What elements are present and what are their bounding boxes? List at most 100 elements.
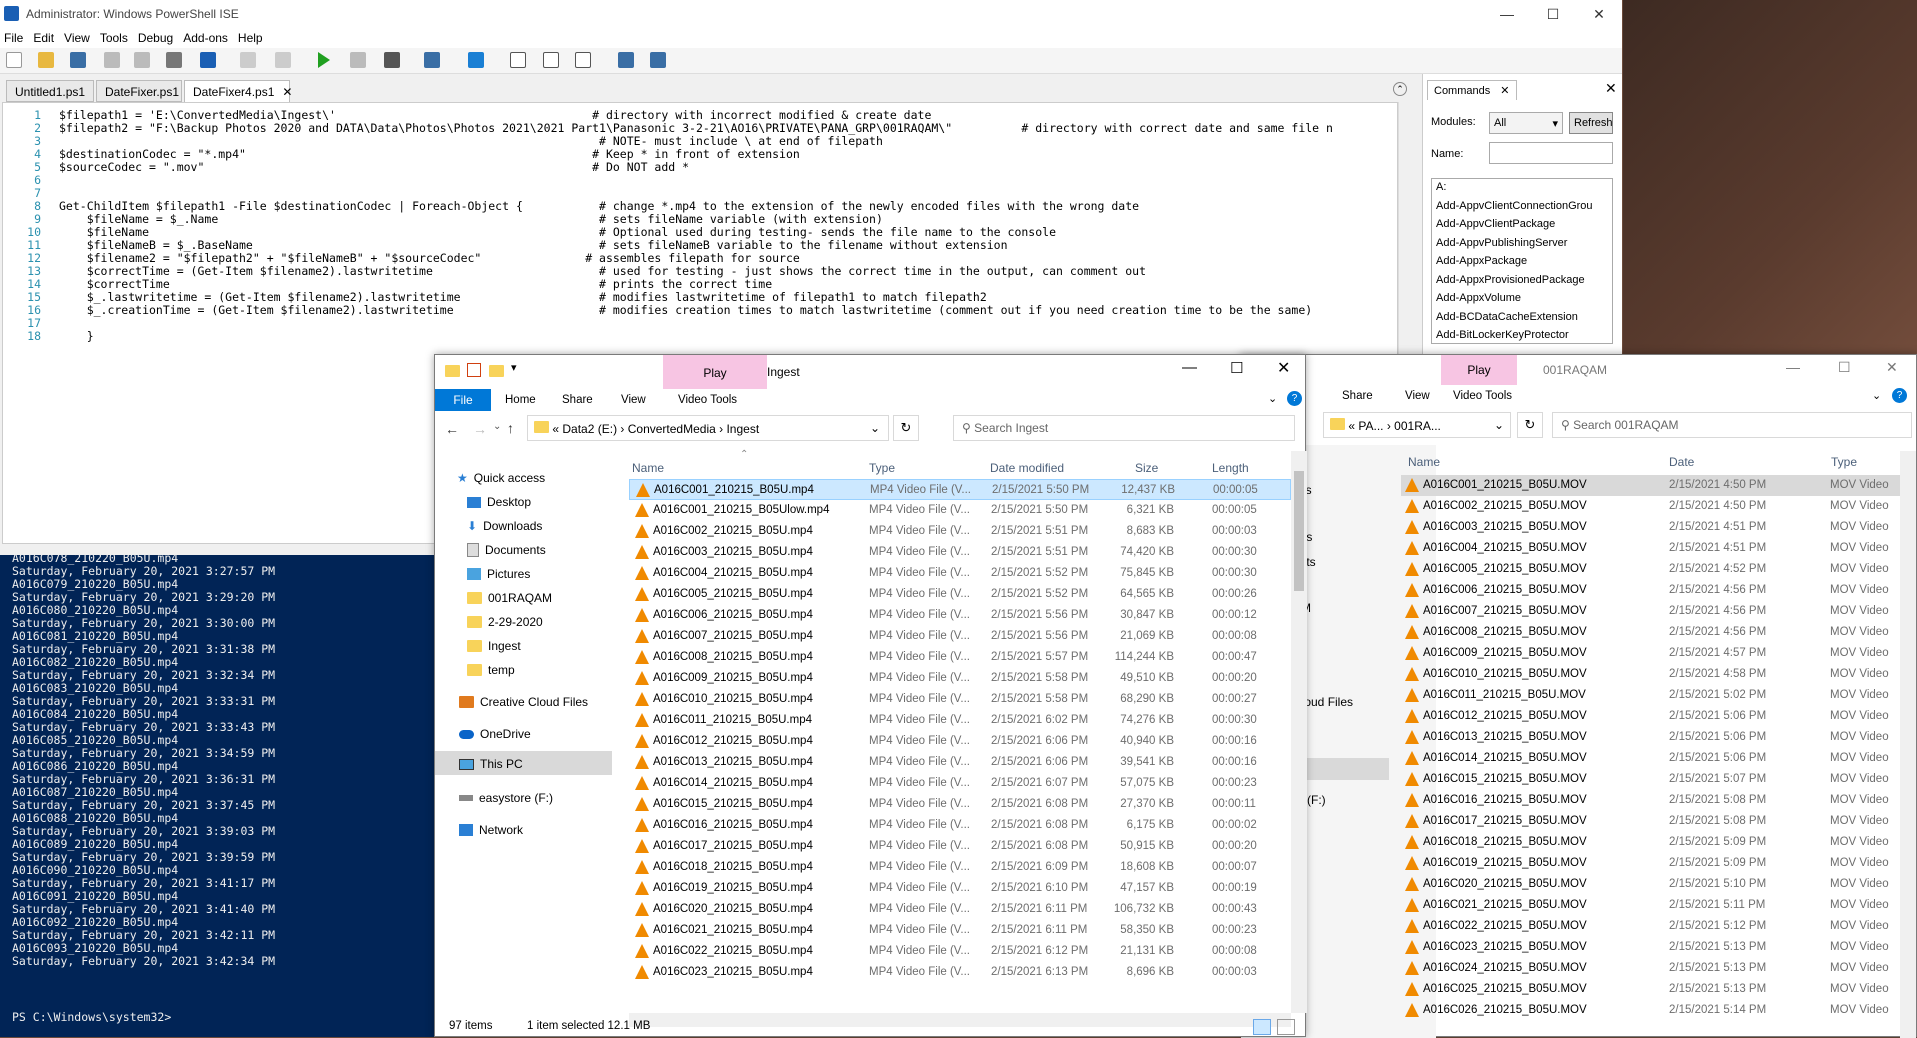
file-row[interactable]: A016C001_210215_B05Ulow.mp4 MP4 Video Fil… bbox=[629, 500, 1291, 521]
file-row[interactable]: A016C016_210215_B05U.mp4 MP4 Video File (… bbox=[629, 815, 1291, 836]
command-item[interactable]: Add-AppxPackage bbox=[1436, 255, 1527, 267]
maximize-button[interactable]: ☐ bbox=[1230, 359, 1243, 377]
tab-untitled1[interactable]: Untitled1.ps1 bbox=[6, 80, 94, 102]
ribbon-tab-share[interactable]: Share bbox=[562, 394, 593, 406]
search-box[interactable]: ⚲ Search Ingest bbox=[953, 415, 1295, 441]
minimize-button[interactable]: — bbox=[1786, 359, 1800, 375]
file-row[interactable]: A016C022_210215_B05U.MOV 2/15/2021 5:12 P… bbox=[1401, 916, 1901, 937]
file-row[interactable]: A016C018_210215_B05U.MOV 2/15/2021 5:09 P… bbox=[1401, 832, 1901, 853]
close-tab-icon[interactable]: ✕ bbox=[282, 85, 292, 99]
column-header-date[interactable]: Date bbox=[1669, 455, 1694, 469]
ribbon-tab-file[interactable]: File bbox=[435, 389, 491, 411]
nav-easystore[interactable]: easystore (F:) bbox=[459, 791, 553, 805]
remote-icon[interactable] bbox=[424, 52, 440, 68]
breadcrumb-pa[interactable]: PA... bbox=[1358, 419, 1383, 433]
file-list-scrollbar[interactable] bbox=[1291, 451, 1307, 1013]
file-row[interactable]: A016C006_210215_B05U.MOV 2/15/2021 4:56 P… bbox=[1401, 580, 1901, 601]
file-row[interactable]: A016C007_210215_B05U.MOV 2/15/2021 4:56 P… bbox=[1401, 601, 1901, 622]
file-row[interactable]: A016C019_210215_B05U.MOV 2/15/2021 5:09 P… bbox=[1401, 853, 1901, 874]
new-icon[interactable] bbox=[6, 52, 22, 68]
command-item[interactable]: Add-BCDataCacheExtension bbox=[1436, 311, 1578, 323]
column-header-date-modified[interactable]: Date modified bbox=[990, 461, 1064, 475]
ribbon-tab-home[interactable]: Home bbox=[505, 394, 536, 406]
modules-select[interactable]: All ▾ bbox=[1489, 112, 1563, 134]
file-row[interactable]: A016C023_210215_B05U.mp4 MP4 Video File (… bbox=[629, 962, 1291, 983]
file-row[interactable]: A016C013_210215_B05U.MOV 2/15/2021 5:06 P… bbox=[1401, 727, 1901, 748]
refresh-button[interactable]: Refresh bbox=[1569, 112, 1613, 134]
run-icon[interactable] bbox=[318, 52, 330, 68]
file-row[interactable]: A016C022_210215_B05U.mp4 MP4 Video File (… bbox=[629, 941, 1291, 962]
ribbon-tab-share[interactable]: Share bbox=[1342, 390, 1373, 402]
stop-icon[interactable] bbox=[384, 52, 400, 68]
show-commands-icon[interactable] bbox=[618, 52, 634, 68]
command-item[interactable]: Add-AppvPublishingServer bbox=[1436, 237, 1567, 249]
file-row[interactable]: A016C004_210215_B05U.MOV 2/15/2021 4:51 P… bbox=[1401, 538, 1901, 559]
refresh-icon[interactable]: ↻ bbox=[893, 415, 919, 441]
file-row[interactable]: A016C017_210215_B05U.MOV 2/15/2021 5:08 P… bbox=[1401, 811, 1901, 832]
file-row[interactable]: A016C012_210215_B05U.MOV 2/15/2021 5:06 P… bbox=[1401, 706, 1901, 727]
new-folder-icon[interactable] bbox=[489, 365, 504, 380]
file-row[interactable]: A016C015_210215_B05U.MOV 2/15/2021 5:07 P… bbox=[1401, 769, 1901, 790]
help-icon[interactable]: ? bbox=[1892, 388, 1907, 403]
file-row[interactable]: A016C016_210215_B05U.MOV 2/15/2021 5:08 P… bbox=[1401, 790, 1901, 811]
nav-pictures[interactable]: Pictures bbox=[467, 567, 530, 581]
details-view-icon[interactable] bbox=[1253, 1019, 1271, 1035]
breadcrumb-001raqam[interactable]: 001RA... bbox=[1394, 419, 1441, 433]
command-item[interactable]: Add-AppxProvisionedPackage bbox=[1436, 274, 1585, 286]
file-row[interactable]: A016C001_210215_B05U.mp4 MP4 Video File (… bbox=[629, 479, 1291, 500]
ribbon-tab-video-tools[interactable]: Video Tools bbox=[1453, 390, 1512, 402]
nav-this-pc[interactable]: This PC bbox=[459, 757, 523, 771]
file-row[interactable]: A016C001_210215_B05U.MOV 2/15/2021 4:50 P… bbox=[1401, 475, 1901, 496]
redo-icon[interactable] bbox=[275, 52, 291, 68]
file-row[interactable]: A016C025_210215_B05U.MOV 2/15/2021 5:13 P… bbox=[1401, 979, 1901, 1000]
file-row[interactable]: A016C009_210215_B05U.mp4 MP4 Video File (… bbox=[629, 668, 1291, 689]
nav-2-29-2020[interactable]: 2-29-2020 bbox=[467, 615, 543, 629]
quick-access-dropdown-icon[interactable]: ▾ bbox=[511, 361, 517, 374]
close-button[interactable]: ✕ bbox=[1886, 359, 1898, 376]
column-header-name[interactable]: Name bbox=[632, 461, 664, 475]
chevron-down-icon[interactable]: ⌄ bbox=[1872, 389, 1881, 402]
nav-network[interactable]: Network bbox=[459, 823, 523, 837]
file-row[interactable]: A016C005_210215_B05U.mp4 MP4 Video File (… bbox=[629, 584, 1291, 605]
breadcrumb-more[interactable]: « bbox=[552, 422, 559, 436]
nav-temp[interactable]: temp bbox=[467, 663, 515, 677]
column-header-name[interactable]: Name bbox=[1408, 455, 1440, 469]
paste-icon[interactable] bbox=[166, 52, 182, 68]
refresh-icon[interactable]: ↻ bbox=[1517, 412, 1543, 438]
commands-list[interactable]: A: Add-AppvClientConnectionGrou Add-AppvCl… bbox=[1431, 178, 1613, 344]
file-row[interactable]: A016C019_210215_B05U.mp4 MP4 Video File (… bbox=[629, 878, 1291, 899]
file-row[interactable]: A016C006_210215_B05U.mp4 MP4 Video File (… bbox=[629, 605, 1291, 626]
nav-ingest[interactable]: Ingest bbox=[467, 639, 521, 653]
recent-locations-icon[interactable]: ⌄ bbox=[493, 421, 501, 432]
menu-tools[interactable]: Tools bbox=[96, 28, 134, 48]
file-row[interactable]: A016C003_210215_B05U.mp4 MP4 Video File (… bbox=[629, 542, 1291, 563]
command-item[interactable]: Add-BitLockerKeyProtector bbox=[1436, 329, 1569, 341]
command-item[interactable]: Add-AppvClientConnectionGrou bbox=[1436, 200, 1593, 212]
file-row[interactable]: A016C005_210215_B05U.MOV 2/15/2021 4:52 P… bbox=[1401, 559, 1901, 580]
file-row[interactable]: A016C021_210215_B05U.MOV 2/15/2021 5:11 P… bbox=[1401, 895, 1901, 916]
file-row[interactable]: A016C017_210215_B05U.mp4 MP4 Video File (… bbox=[629, 836, 1291, 857]
file-row[interactable]: A016C007_210215_B05U.mp4 MP4 Video File (… bbox=[629, 626, 1291, 647]
console-pane[interactable]: A016C078_210220_B05U.mp4 Saturday, Februa… bbox=[0, 552, 434, 1037]
commands-tab[interactable]: Commands ✕ bbox=[1427, 80, 1517, 100]
file-row[interactable]: A016C014_210215_B05U.mp4 MP4 Video File (… bbox=[629, 773, 1291, 794]
cut-icon[interactable] bbox=[104, 52, 120, 68]
ribbon-play-tab[interactable]: Play bbox=[1439, 363, 1519, 377]
address-bar[interactable]: « PA... › 001RA... ⌄ bbox=[1323, 412, 1511, 438]
column-header-size[interactable]: Size bbox=[1135, 461, 1158, 475]
scrollbar-thumb[interactable] bbox=[1294, 471, 1304, 591]
run-selection-icon[interactable] bbox=[350, 52, 366, 68]
file-row[interactable]: A016C013_210215_B05U.mp4 MP4 Video File (… bbox=[629, 752, 1291, 773]
file-row[interactable]: A016C002_210215_B05U.MOV 2/15/2021 4:50 P… bbox=[1401, 496, 1901, 517]
column-header-type[interactable]: Type bbox=[1831, 455, 1857, 469]
file-row[interactable]: A016C011_210215_B05U.MOV 2/15/2021 5:02 P… bbox=[1401, 685, 1901, 706]
undo-icon[interactable] bbox=[240, 52, 256, 68]
file-row[interactable]: A016C024_210215_B05U.MOV 2/15/2021 5:13 P… bbox=[1401, 958, 1901, 979]
file-row[interactable]: A016C008_210215_B05U.mp4 MP4 Video File (… bbox=[629, 647, 1291, 668]
name-input[interactable] bbox=[1489, 142, 1613, 164]
file-row[interactable]: A016C008_210215_B05U.MOV 2/15/2021 4:56 P… bbox=[1401, 622, 1901, 643]
code-line[interactable]: $sourceCodec = ".mov" # Do NOT add * bbox=[59, 161, 689, 174]
breadcrumb-ingest[interactable]: Ingest bbox=[726, 422, 759, 436]
file-row[interactable]: A016C002_210215_B05U.mp4 MP4 Video File (… bbox=[629, 521, 1291, 542]
close-button[interactable]: ✕ bbox=[1576, 0, 1622, 28]
